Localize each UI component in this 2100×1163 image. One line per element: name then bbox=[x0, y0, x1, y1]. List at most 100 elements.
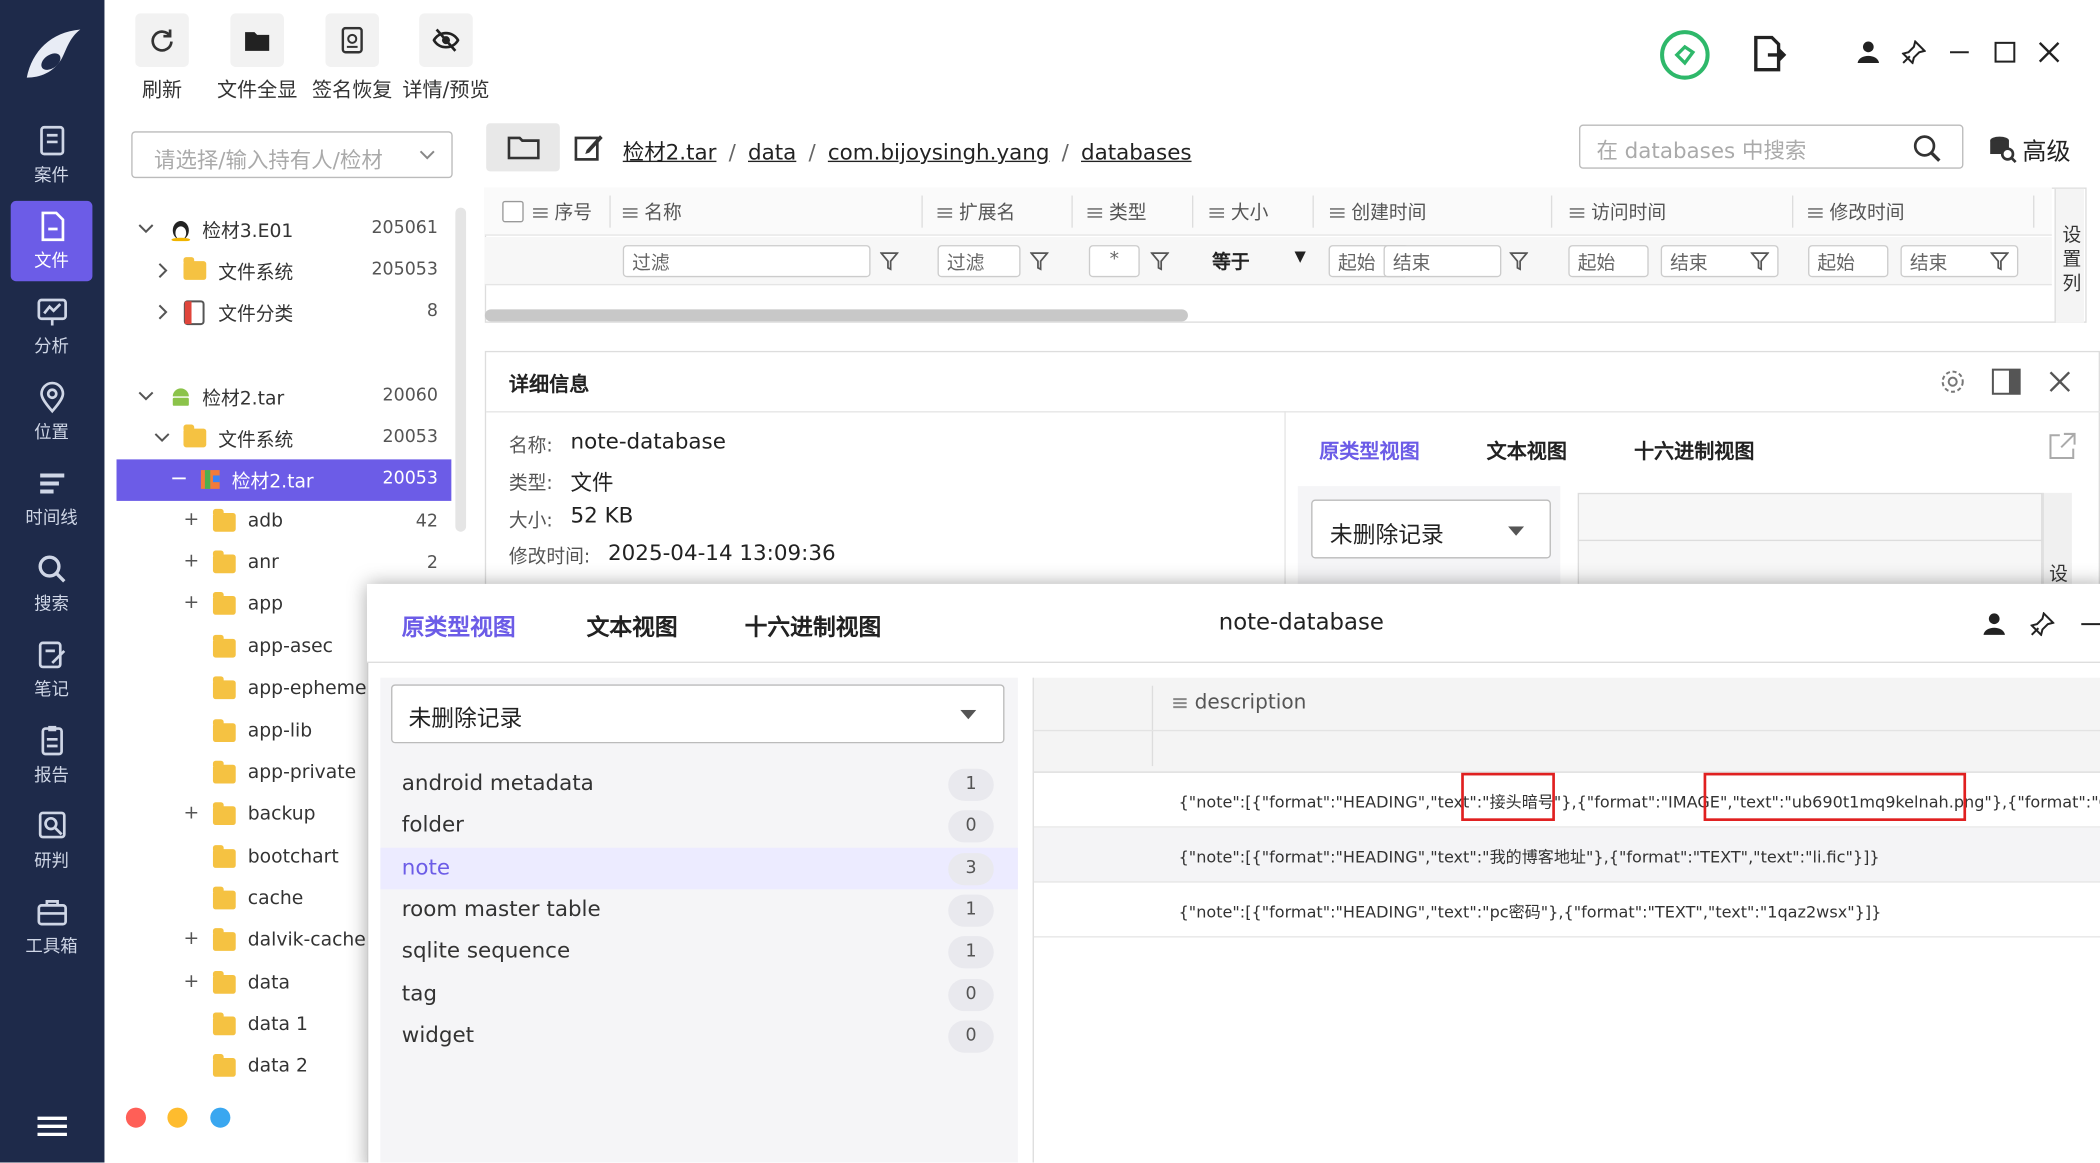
tab-text-view[interactable]: 文本视图 bbox=[1487, 437, 1567, 465]
filter-funnel-button[interactable] bbox=[1749, 250, 1770, 271]
nav-item-notes[interactable]: 笔记 bbox=[11, 629, 93, 709]
expand-icon[interactable]: + bbox=[183, 802, 199, 823]
export-file-icon[interactable] bbox=[1752, 35, 1787, 73]
record-filter-select[interactable]: 未删除记录 bbox=[1311, 499, 1551, 559]
column-header[interactable]: 名称 bbox=[622, 198, 682, 225]
viewer-tab-text[interactable]: 文本视图 bbox=[587, 608, 678, 642]
user-icon[interactable] bbox=[1982, 612, 2006, 636]
show-all-button[interactable]: 文件全显 bbox=[210, 13, 304, 103]
tab-hex-view[interactable]: 十六进制视图 bbox=[1634, 437, 1755, 465]
filter-funnel-button[interactable] bbox=[879, 250, 900, 271]
window-zoom-dot[interactable] bbox=[210, 1107, 231, 1128]
close-icon[interactable] bbox=[2048, 370, 2072, 394]
status-shield-icon[interactable] bbox=[1659, 29, 1710, 80]
tree-item[interactable]: 文件分类 8 bbox=[117, 292, 452, 334]
nav-item-file[interactable]: 文件 bbox=[10, 200, 93, 282]
pin-icon[interactable] bbox=[1901, 40, 1926, 65]
db-table-item[interactable]: sqlite sequence 1 bbox=[380, 931, 1018, 973]
pin-icon[interactable] bbox=[2030, 612, 2055, 637]
column-divider[interactable] bbox=[2033, 195, 2035, 228]
split-panel-icon[interactable] bbox=[1991, 368, 2021, 395]
nav-item-report[interactable]: 报告 bbox=[11, 715, 93, 795]
column-header[interactable]: 序号 bbox=[533, 198, 592, 225]
user-icon[interactable] bbox=[1856, 40, 1880, 64]
column-header[interactable]: 类型 bbox=[1087, 198, 1146, 225]
tree-scrollbar[interactable] bbox=[455, 207, 467, 532]
tab-raw-view[interactable]: 原类型视图 bbox=[1319, 437, 1419, 465]
filter-funnel-button[interactable] bbox=[1989, 250, 2010, 271]
chevron-down-icon[interactable] bbox=[138, 390, 154, 403]
nav-item-search[interactable]: 搜索 bbox=[11, 544, 93, 624]
expand-icon[interactable]: + bbox=[183, 550, 199, 571]
viewer-record-filter-select[interactable]: 未删除记录 bbox=[391, 684, 1005, 744]
folder-view-button[interactable] bbox=[486, 123, 560, 172]
column-divider[interactable] bbox=[1191, 195, 1194, 228]
owner-select[interactable]: 请选择/输入持有人/检材 bbox=[131, 131, 453, 179]
type-filter-input[interactable]: * bbox=[1088, 245, 1140, 278]
breadcrumb-item[interactable]: com.bijoysingh.yang bbox=[828, 139, 1050, 164]
detail-preview-button[interactable]: 详情/预览 bbox=[399, 13, 493, 103]
column-divider[interactable] bbox=[921, 195, 923, 228]
column-header[interactable]: 访问时间 bbox=[1569, 198, 1666, 225]
chevron-down-icon[interactable] bbox=[154, 431, 170, 444]
minimize-icon[interactable] bbox=[1947, 40, 1971, 64]
tree-item[interactable]: 文件系统 20053 bbox=[117, 418, 452, 460]
table-row[interactable]: {"note":[{"format":"HEADING","text":"pc密… bbox=[1033, 883, 2100, 938]
date-end-input[interactable]: 结束 bbox=[1383, 245, 1502, 278]
select-all-checkbox[interactable] bbox=[502, 200, 524, 223]
chevron-down-icon[interactable] bbox=[138, 222, 154, 235]
db-table-item[interactable]: folder 0 bbox=[380, 805, 1018, 847]
search-input[interactable]: 在 databases 中搜索 bbox=[1579, 124, 1964, 169]
column-divider[interactable] bbox=[1550, 195, 1553, 228]
column-header[interactable]: 扩展名 bbox=[937, 198, 1015, 225]
minimize-icon[interactable] bbox=[2079, 612, 2100, 636]
column-header[interactable]: 修改时间 bbox=[1808, 198, 1904, 225]
db-table-item[interactable]: room master table 1 bbox=[380, 889, 1018, 931]
tree-item[interactable]: + adb 42 bbox=[117, 502, 452, 544]
name-filter-input[interactable]: 过滤 bbox=[622, 245, 871, 278]
filter-funnel-button[interactable] bbox=[1508, 250, 1529, 271]
breadcrumb-item[interactable]: 检材2.tar bbox=[623, 139, 717, 164]
description-cell[interactable]: {"note":[{"format":"HEADING","text":"我的博… bbox=[1179, 845, 1880, 868]
expand-icon[interactable]: + bbox=[183, 928, 199, 949]
close-icon[interactable] bbox=[2037, 40, 2061, 64]
table-row[interactable]: {"note":[{"format":"HEADING","text":"我的博… bbox=[1033, 827, 2100, 883]
column-divider[interactable] bbox=[609, 195, 611, 228]
nav-item-analysis[interactable]: 分析 bbox=[11, 287, 93, 367]
description-cell[interactable]: {"note":[{"format":"HEADING","text":"pc密… bbox=[1179, 900, 1882, 923]
nav-item-location[interactable]: 位置 bbox=[11, 372, 93, 452]
viewer-tab-raw[interactable]: 原类型视图 bbox=[402, 608, 516, 642]
date-start-input[interactable]: 起始 bbox=[1808, 245, 1889, 278]
nav-item-toolbox[interactable]: 工具箱 bbox=[11, 887, 93, 967]
nav-item-judge[interactable]: 研判 bbox=[11, 801, 93, 881]
settings-gear-icon[interactable] bbox=[1939, 368, 1966, 395]
refresh-button[interactable]: 刷新 bbox=[115, 13, 209, 103]
tree-item[interactable]: 检材3.E01 205061 bbox=[117, 209, 452, 251]
breadcrumb-item[interactable]: data bbox=[748, 139, 796, 164]
chevron-right-icon[interactable] bbox=[157, 304, 170, 320]
db-table-item[interactable]: widget 0 bbox=[380, 1015, 1018, 1057]
tree-item[interactable]: 检材2.tar 20060 bbox=[117, 376, 452, 418]
nav-item-case[interactable]: 案件 bbox=[11, 115, 93, 195]
tree-item[interactable]: + anr 2 bbox=[117, 544, 452, 586]
size-operator-select[interactable]: 等于 ▼ bbox=[1212, 248, 1308, 275]
edit-icon[interactable] bbox=[574, 133, 604, 162]
popout-icon[interactable] bbox=[2048, 431, 2077, 460]
expand-icon[interactable]: + bbox=[183, 509, 199, 530]
window-close-dot[interactable] bbox=[125, 1107, 146, 1128]
column-drag-icon[interactable] bbox=[1172, 695, 1188, 711]
window-minimize-dot[interactable] bbox=[167, 1107, 188, 1128]
sig-recover-button[interactable]: 签名恢复 bbox=[305, 13, 399, 103]
ext-filter-input[interactable]: 过滤 bbox=[937, 245, 1021, 278]
nav-item-timeline[interactable]: 时间线 bbox=[11, 458, 93, 538]
collapse-icon[interactable]: − bbox=[170, 465, 188, 490]
column-header-description[interactable]: description bbox=[1195, 690, 1307, 714]
column-header[interactable]: 大小 bbox=[1209, 198, 1268, 225]
column-divider[interactable] bbox=[1791, 195, 1794, 228]
column-header[interactable]: 创建时间 bbox=[1329, 198, 1426, 225]
expand-icon[interactable]: + bbox=[183, 971, 199, 992]
search-icon[interactable] bbox=[1913, 134, 1942, 163]
menu-icon[interactable] bbox=[37, 1114, 67, 1138]
db-table-item[interactable]: tag 0 bbox=[380, 974, 1018, 1016]
expand-icon[interactable]: + bbox=[183, 592, 199, 613]
